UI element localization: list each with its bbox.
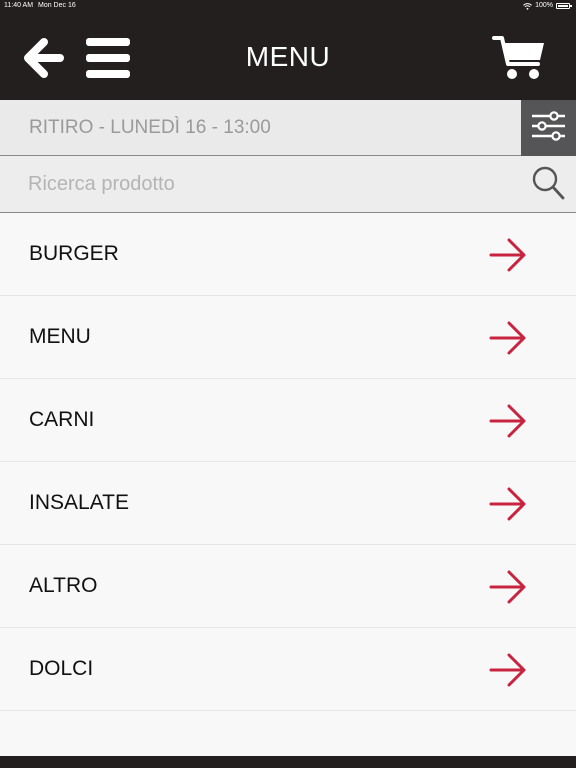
battery-percent: 100% — [535, 2, 553, 9]
status-date: Mon Dec 16 — [38, 2, 76, 9]
filter-button[interactable] — [521, 100, 576, 156]
search-bar — [0, 156, 576, 213]
arrow-right-icon — [489, 404, 526, 438]
category-label: DOLCI — [29, 657, 94, 680]
category-row-burger[interactable]: BURGER — [0, 213, 576, 296]
sliders-icon — [532, 111, 565, 141]
menu-button[interactable] — [84, 36, 132, 80]
cart-icon — [492, 36, 544, 79]
category-row-carni[interactable]: CARNI — [0, 379, 576, 462]
arrow-right-icon — [489, 321, 526, 355]
wifi-icon — [523, 2, 532, 10]
category-label: ALTRO — [29, 574, 98, 597]
back-arrow-icon — [24, 38, 64, 78]
category-list: BURGER MENU CARNI INSALATE ALTRO DOLCI — [0, 213, 576, 711]
top-app-bar: 11:40 AM Mon Dec 16 100% MENU — [0, 0, 576, 100]
hamburger-icon — [86, 38, 130, 78]
search-input[interactable] — [28, 168, 508, 200]
category-row-altro[interactable]: ALTRO — [0, 545, 576, 628]
category-label: MENU — [29, 325, 91, 348]
cart-button[interactable] — [492, 34, 548, 82]
status-time: 11:40 AM — [4, 2, 34, 9]
arrow-right-icon — [489, 653, 526, 687]
back-button[interactable] — [22, 36, 66, 80]
pickup-info-bar: RITIRO - LUNEDÌ 16 - 13:00 — [0, 100, 576, 156]
search-button[interactable] — [530, 164, 566, 202]
arrow-right-icon — [489, 570, 526, 604]
category-row-menu[interactable]: MENU — [0, 296, 576, 379]
category-label: BURGER — [29, 242, 119, 265]
status-right: 100% — [523, 0, 572, 12]
category-row-dolci[interactable]: DOLCI — [0, 628, 576, 711]
search-icon — [532, 166, 565, 200]
category-label: CARNI — [29, 408, 95, 431]
category-row-insalate[interactable]: INSALATE — [0, 462, 576, 545]
pickup-label: RITIRO - LUNEDÌ 16 - 13:00 — [29, 117, 271, 138]
arrow-right-icon — [489, 487, 526, 521]
arrow-right-icon — [489, 238, 526, 272]
battery-icon — [556, 3, 572, 9]
status-bar: 11:40 AM Mon Dec 16 100% — [0, 0, 576, 12]
category-label: INSALATE — [29, 491, 129, 514]
page-title: MENU — [245, 41, 331, 72]
bottom-bar — [0, 756, 576, 768]
